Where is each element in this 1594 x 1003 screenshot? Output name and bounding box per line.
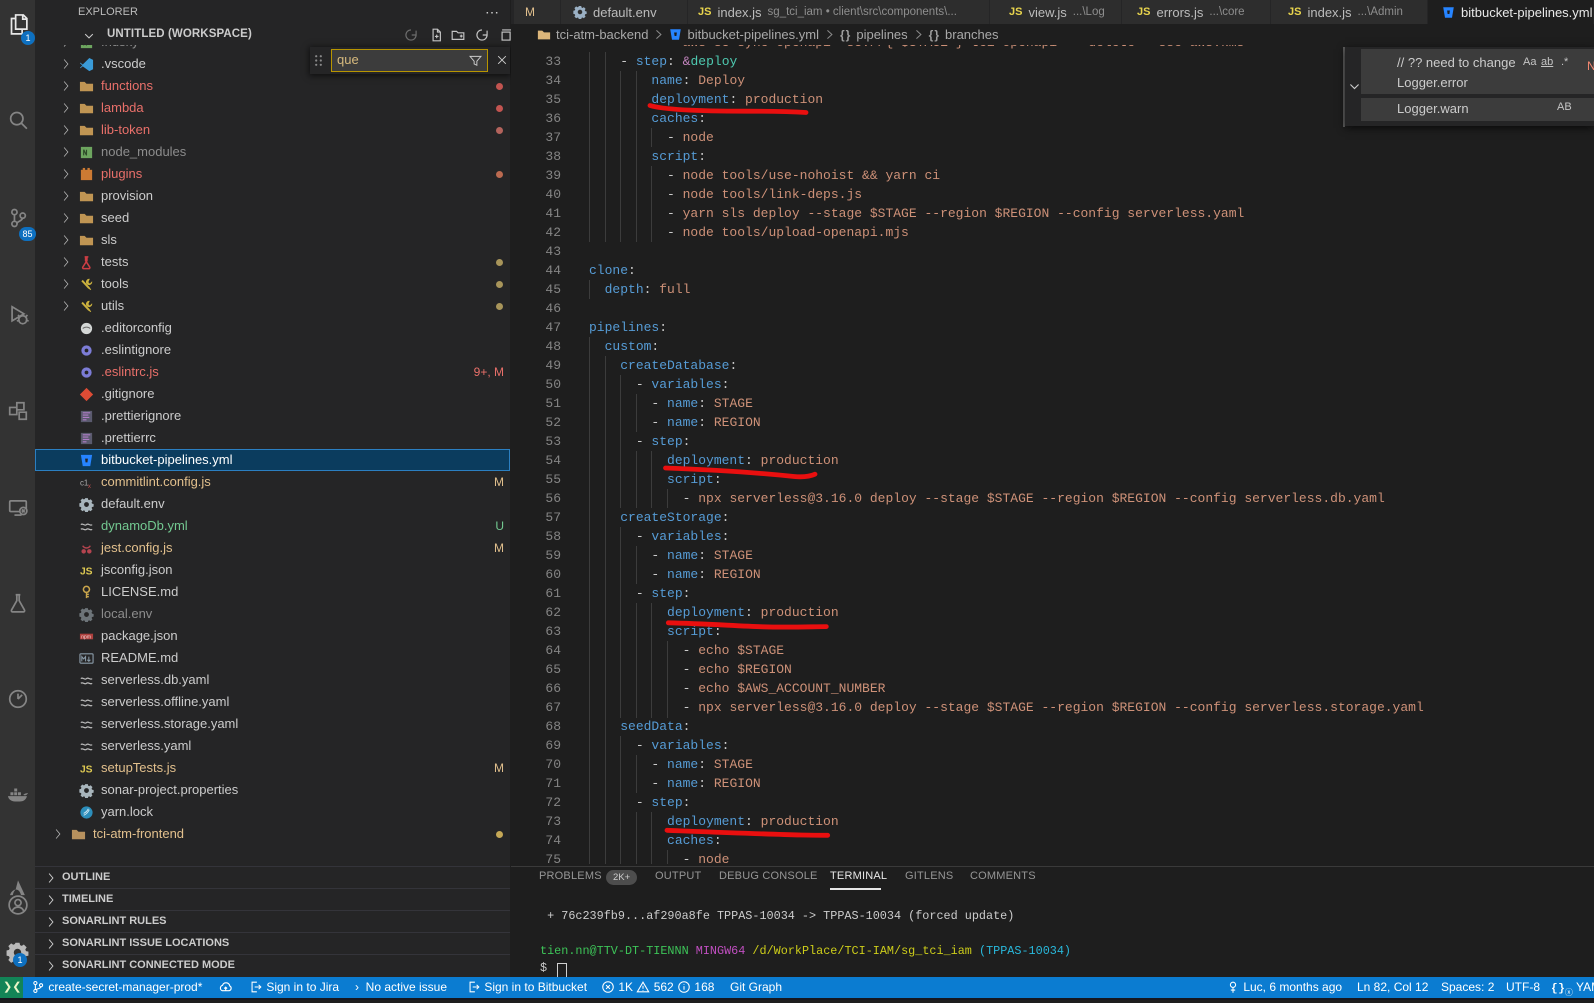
svg-text:JS: JS (80, 764, 93, 775)
svg-text:JS: JS (80, 566, 93, 577)
svg-text:x: x (88, 483, 91, 490)
svg-text:npm: npm (81, 634, 91, 640)
